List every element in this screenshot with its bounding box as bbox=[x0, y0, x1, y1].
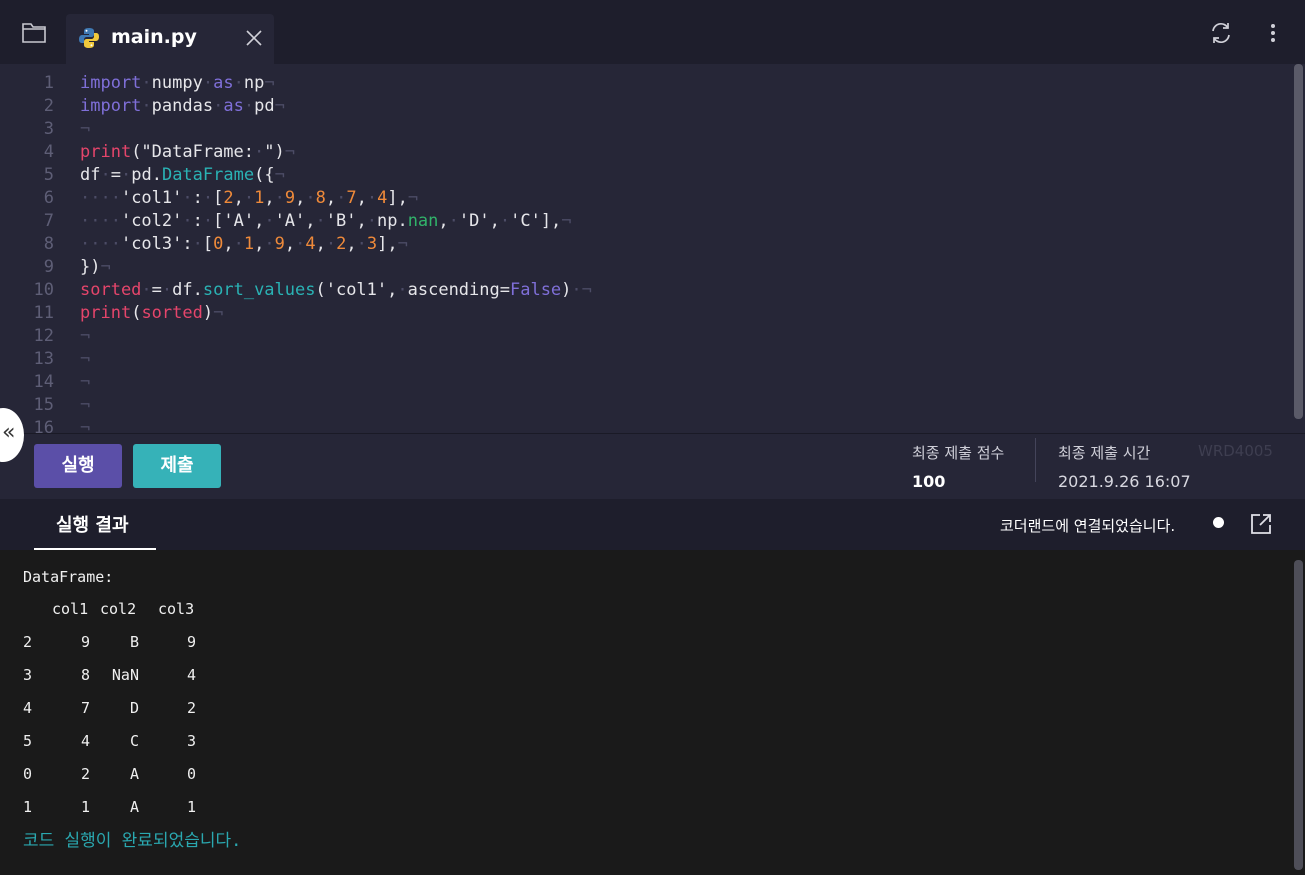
line-number: 7 bbox=[43, 211, 54, 231]
table-cell: 1 bbox=[80, 798, 90, 816]
done-message: 코드 실행이 완료되었습니다. bbox=[23, 831, 242, 851]
line-number: 14 bbox=[33, 372, 54, 392]
line-number: 12 bbox=[33, 326, 54, 346]
table-cell: 9 bbox=[80, 633, 90, 651]
table-cell: 2 bbox=[186, 699, 196, 717]
code-line: 12 ¬ bbox=[0, 325, 1290, 348]
top-bar: main.py bbox=[0, 0, 1305, 64]
code-line: 1 import·numpy·as·np¬ bbox=[0, 72, 1290, 95]
code-line: 14 ¬ bbox=[0, 371, 1290, 394]
line-number: 10 bbox=[33, 280, 54, 300]
line-number: 11 bbox=[33, 303, 54, 323]
line-number: 5 bbox=[43, 165, 54, 185]
table-cell: NaN bbox=[111, 666, 139, 684]
folder-icon[interactable] bbox=[20, 20, 48, 46]
connection-status: 코더랜드에 연결되었습니다. bbox=[1000, 517, 1176, 535]
code-line: 4 print("DataFrame:·")¬ bbox=[0, 141, 1290, 164]
code-editor[interactable]: 1 import·numpy·as·np¬ 2 import·pandas·as·p… bbox=[0, 64, 1305, 433]
column-header: col1 bbox=[52, 600, 89, 618]
table-cell: 7 bbox=[80, 699, 90, 717]
result-header: 실행 결과 코더랜드에 연결되었습니다. bbox=[0, 499, 1305, 550]
submit-time-value: 2021.9.26 16:07 bbox=[1058, 472, 1191, 491]
table-cell: 3 bbox=[186, 732, 196, 750]
divider bbox=[1035, 438, 1036, 482]
table-cell: 8 bbox=[80, 666, 90, 684]
line-number: 2 bbox=[43, 96, 54, 116]
output-panel[interactable]: DataFrame: col1 col2 col3 2 9 B 9 3 8 NaN 4 4 7 D 2 5 4 C… bbox=[0, 550, 1305, 875]
watermark: WRD4005 bbox=[1198, 442, 1273, 460]
run-button[interactable]: 실행 bbox=[34, 444, 122, 488]
row-index: 2 bbox=[23, 633, 33, 651]
close-icon[interactable] bbox=[244, 28, 264, 48]
table-cell: 2 bbox=[80, 765, 90, 783]
code-line: 15 ¬ bbox=[0, 394, 1290, 417]
table-cell: D bbox=[129, 699, 139, 717]
table-cell: 1 bbox=[186, 798, 196, 816]
editor-scrollbar[interactable] bbox=[1294, 64, 1303, 419]
table-cell: 0 bbox=[186, 765, 196, 783]
tab-main-py[interactable]: main.py bbox=[66, 14, 274, 64]
code-line: 5 df·=·pd.DataFrame({¬ bbox=[0, 164, 1290, 187]
column-header: col2 bbox=[100, 600, 137, 618]
table-cell: A bbox=[129, 765, 139, 783]
tab-filename: main.py bbox=[111, 26, 197, 48]
code-line: 3 ¬ bbox=[0, 118, 1290, 141]
output-scrollbar[interactable] bbox=[1294, 560, 1303, 870]
refresh-icon[interactable] bbox=[1208, 20, 1234, 46]
table-cell: 4 bbox=[186, 666, 196, 684]
row-index: 1 bbox=[23, 798, 33, 816]
action-bar: 실행 제출 최종 제출 점수 100 최종 제출 시간 2021.9.26 16… bbox=[0, 433, 1305, 500]
code-line: 7 ····'col2'·:·['A',·'A',·'B',·np.nan,·'D… bbox=[0, 210, 1290, 233]
external-link-icon[interactable] bbox=[1249, 512, 1273, 536]
table-cell: A bbox=[129, 798, 139, 816]
line-number: 4 bbox=[43, 142, 54, 162]
table-cell: C bbox=[129, 732, 139, 750]
code-line: 16 ¬ bbox=[0, 417, 1290, 433]
line-number: 13 bbox=[33, 349, 54, 369]
line-number: 6 bbox=[43, 188, 54, 208]
submit-button[interactable]: 제출 bbox=[133, 444, 221, 488]
tab-result[interactable]: 실행 결과 bbox=[34, 499, 156, 550]
line-number: 3 bbox=[43, 119, 54, 139]
table-cell: 9 bbox=[186, 633, 196, 651]
more-vertical-icon[interactable] bbox=[1262, 20, 1284, 46]
row-index: 4 bbox=[23, 699, 33, 717]
code-line: 2 import·pandas·as·pd¬ bbox=[0, 95, 1290, 118]
result-tab-label: 실행 결과 bbox=[56, 515, 129, 536]
score-label: 최종 제출 점수 bbox=[912, 444, 1005, 462]
submit-time-label: 최종 제출 시간 bbox=[1058, 444, 1151, 462]
code-line: 10 sorted·=·df.sort_values('col1',·ascend… bbox=[0, 279, 1290, 302]
code-line: 6 ····'col1'·:·[2,·1,·9,·8,·7,·4],¬ bbox=[0, 187, 1290, 210]
row-index: 3 bbox=[23, 666, 33, 684]
code-line: 9})¬ bbox=[0, 256, 1290, 279]
score-value: 100 bbox=[912, 472, 946, 491]
line-number: 8 bbox=[43, 234, 54, 254]
column-header: col3 bbox=[158, 600, 195, 618]
table-cell: 4 bbox=[80, 732, 90, 750]
status-dot bbox=[1213, 517, 1224, 528]
python-icon bbox=[78, 27, 100, 49]
row-index: 0 bbox=[23, 765, 33, 783]
code-line: 8 ····'col3':·[0,·1,·9,·4,·2,·3],¬ bbox=[0, 233, 1290, 256]
table-cell: B bbox=[129, 633, 139, 651]
code-line: 11 print(sorted)¬ bbox=[0, 302, 1290, 325]
output-title: DataFrame: bbox=[23, 568, 114, 586]
code-line: 13 ¬ bbox=[0, 348, 1290, 371]
row-index: 5 bbox=[23, 732, 33, 750]
line-number: 1 bbox=[43, 73, 54, 93]
line-number: 9 bbox=[43, 257, 54, 277]
